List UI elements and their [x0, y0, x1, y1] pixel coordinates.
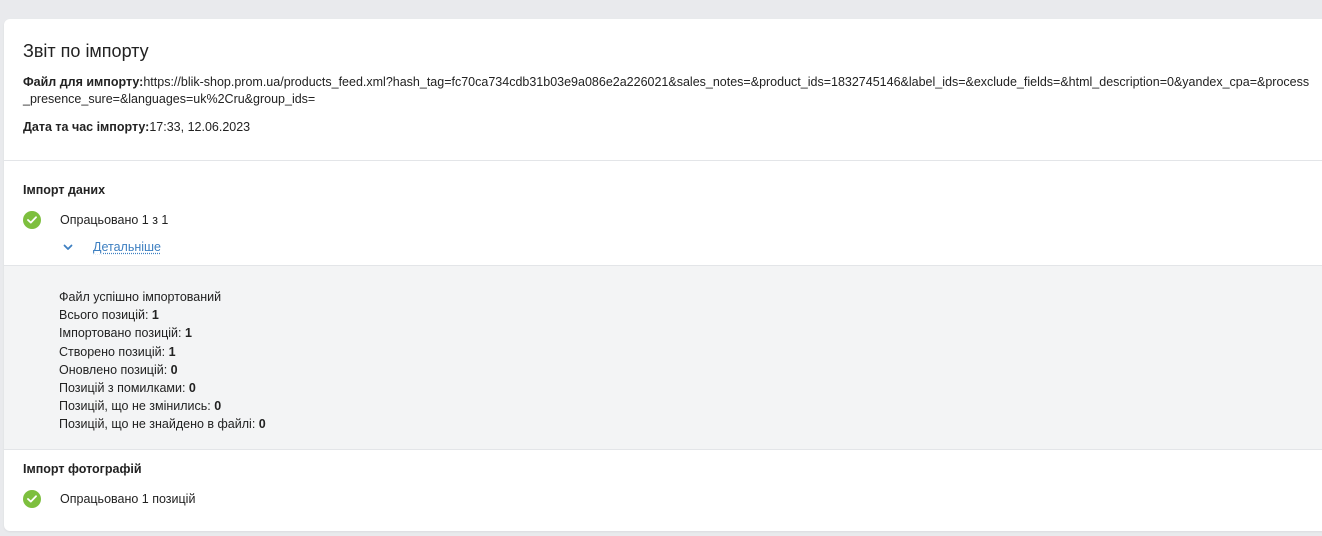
chevron-down-icon: [62, 241, 74, 253]
detail-value: 1: [168, 344, 176, 359]
detail-value: 0: [258, 417, 266, 432]
detail-value: 0: [188, 381, 196, 396]
data-import-status-text: Опрацьовано 1 з 1: [60, 213, 169, 227]
detail-value: 1: [151, 308, 159, 323]
details-link[interactable]: Детальніше: [93, 240, 161, 254]
detail-value: 1: [184, 326, 192, 341]
detail-row-imported: Імпортовано позицій: 1: [59, 324, 1322, 342]
detail-label: Імпортовано позицій:: [59, 326, 185, 341]
data-import-title: Імпорт даних: [23, 183, 106, 197]
import-date-info: Дата та час імпорту:17:33, 12.06.2023: [23, 119, 1315, 136]
file-url: https://blik-shop.prom.ua/products_feed.…: [23, 75, 1310, 106]
check-circle-icon: [23, 490, 41, 508]
success-message: Файл успішно імпортований: [59, 290, 222, 304]
detail-row-errors: Позицій з помилками: 0: [59, 379, 1322, 397]
detail-row-not-found: Позицій, що не знайдено в файлі: 0: [59, 415, 1322, 433]
photo-import-status: Опрацьовано 1 позицій: [23, 488, 1315, 510]
page-title: Звіт по імпорту: [23, 41, 149, 61]
date-value: 17:33, 12.06.2023: [149, 120, 251, 134]
detail-label: Позицій, що не знайдено в файлі:: [59, 417, 259, 432]
data-import-status: Опрацьовано 1 з 1: [23, 209, 1315, 231]
photo-import-section: Імпорт фотографій Опрацьовано 1 позицій: [4, 450, 1322, 510]
detail-label: Створено позицій:: [59, 344, 169, 359]
report-header: Звіт по імпорту Файл для импорту:https:/…: [4, 19, 1322, 161]
photo-import-status-text: Опрацьовано 1 позицій: [60, 492, 196, 506]
import-details-panel: Файл успішно імпортований Всього позицій…: [4, 265, 1322, 450]
detail-value: 0: [170, 362, 178, 377]
detail-label: Оновлено позицій:: [59, 362, 171, 377]
data-import-section: Імпорт даних Опрацьовано 1 з 1 Детальніш…: [4, 161, 1322, 257]
detail-label: Позицій з помилками:: [59, 381, 189, 396]
import-report-card: Звіт по імпорту Файл для импорту:https:/…: [4, 19, 1322, 531]
detail-label: Позицій, що не змінились:: [59, 399, 215, 414]
details-toggle[interactable]: Детальніше: [62, 237, 1315, 257]
check-circle-icon: [23, 211, 41, 229]
date-label: Дата та час імпорту:: [23, 120, 150, 134]
detail-value: 0: [214, 399, 222, 414]
detail-row-updated: Оновлено позицій: 0: [59, 361, 1322, 379]
detail-row-created: Створено позицій: 1: [59, 343, 1322, 361]
import-file-info: Файл для импорту:https://blik-shop.prom.…: [23, 74, 1313, 108]
photo-import-title: Імпорт фотографій: [23, 462, 142, 476]
detail-label: Всього позицій:: [59, 308, 152, 323]
detail-row-unchanged: Позицій, що не змінились: 0: [59, 397, 1322, 415]
detail-row-total: Всього позицій: 1: [59, 306, 1322, 324]
file-label: Файл для импорту:: [23, 75, 144, 89]
